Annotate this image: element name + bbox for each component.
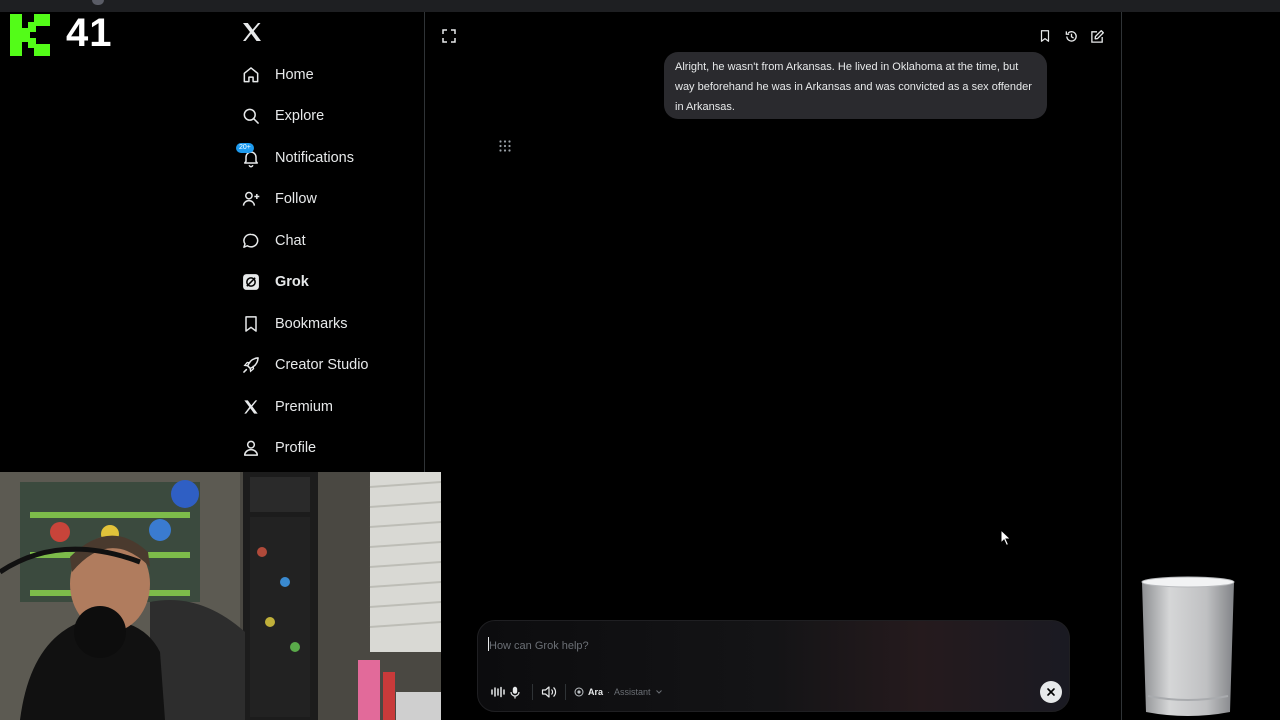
grok-prompt-input[interactable] <box>489 637 1029 655</box>
speaker-icon[interactable] <box>541 685 557 699</box>
x-logo-icon[interactable] <box>240 20 264 44</box>
kick-logo-icon <box>10 14 52 56</box>
sidebar-item-label: Creator Studio <box>275 357 369 374</box>
sidebar-item-chat[interactable]: Chat <box>232 220 422 262</box>
sidebar-item-label: Premium <box>275 398 334 415</box>
sidebar-item-creator-studio[interactable]: Creator Studio <box>232 345 422 387</box>
glass-overlay-image <box>1141 576 1235 716</box>
sidebar-item-home[interactable]: Home <box>232 54 422 96</box>
close-icon <box>1047 688 1055 696</box>
grok-composer: Ara · Assistant <box>477 620 1070 712</box>
loading-dots-icon <box>499 140 511 152</box>
column-divider <box>424 12 425 472</box>
chevron-down-icon <box>655 690 662 694</box>
control-divider <box>532 684 533 700</box>
close-voice-button[interactable] <box>1040 681 1062 703</box>
control-divider <box>565 684 566 700</box>
search-icon <box>240 105 262 127</box>
x-premium-icon <box>240 396 262 418</box>
text-caret <box>488 637 489 651</box>
sidebar-item-premium[interactable]: Premium <box>232 386 422 428</box>
stream-viewer-overlay: 41 <box>8 10 128 56</box>
home-icon <box>240 64 262 86</box>
sidebar-nav: Home Explore 20+ Notifications Follow Ch… <box>232 54 422 469</box>
mouse-cursor-icon <box>1000 529 1012 547</box>
viewer-count: 41 <box>66 11 113 55</box>
sidebar-item-label: Home <box>275 66 314 83</box>
sidebar-item-explore[interactable]: Explore <box>232 96 422 138</box>
tab-indicator <box>92 0 104 5</box>
grok-icon <box>240 271 262 293</box>
composer-controls: Ara · Assistant <box>486 682 663 702</box>
sidebar-item-notifications[interactable]: 20+ Notifications <box>232 137 422 179</box>
bookmark-icon <box>240 313 262 335</box>
bookmark-icon[interactable] <box>1036 27 1054 45</box>
sidebar-item-label: Profile <box>275 440 317 457</box>
webcam-feed-image <box>0 472 441 720</box>
chat-bubble-icon <box>240 230 262 252</box>
persona-mode: Assistant <box>614 687 651 697</box>
sidebar-item-grok[interactable]: Grok <box>232 262 422 304</box>
rocket-icon <box>240 354 262 376</box>
sidebar-item-label: Chat <box>275 232 306 249</box>
sidebar-item-label: Follow <box>275 191 317 208</box>
expand-icon[interactable] <box>441 28 457 44</box>
webcam-overlay <box>0 472 441 720</box>
microphone-icon <box>510 686 520 698</box>
history-icon[interactable] <box>1062 27 1080 45</box>
sidebar-item-follow[interactable]: Follow <box>232 179 422 221</box>
sidebar-item-bookmarks[interactable]: Bookmarks <box>232 303 422 345</box>
grok-header-actions <box>1036 27 1106 45</box>
persona-separator: · <box>607 687 611 697</box>
notification-count-badge: 20+ <box>236 143 254 153</box>
persona-name: Ara <box>588 687 604 697</box>
voice-persona-selector[interactable]: Ara · Assistant <box>574 687 663 697</box>
user-message-bubble: Alright, he wasn't from Arkansas. He liv… <box>664 52 1047 119</box>
sidebar-item-profile[interactable]: Profile <box>232 428 422 470</box>
browser-top-strip <box>0 0 1280 12</box>
sidebar-item-label: Explore <box>275 108 325 125</box>
waveform-icon <box>491 686 505 698</box>
sidebar-item-label: Bookmarks <box>275 315 348 332</box>
person-icon <box>240 437 262 459</box>
persona-icon <box>574 687 584 697</box>
new-chat-icon[interactable] <box>1088 27 1106 45</box>
sidebar-item-label: Notifications <box>275 149 354 166</box>
person-add-icon <box>240 188 262 210</box>
voice-mode-button[interactable] <box>486 684 524 701</box>
column-divider <box>1121 12 1122 720</box>
sidebar-item-label: Grok <box>275 274 309 291</box>
